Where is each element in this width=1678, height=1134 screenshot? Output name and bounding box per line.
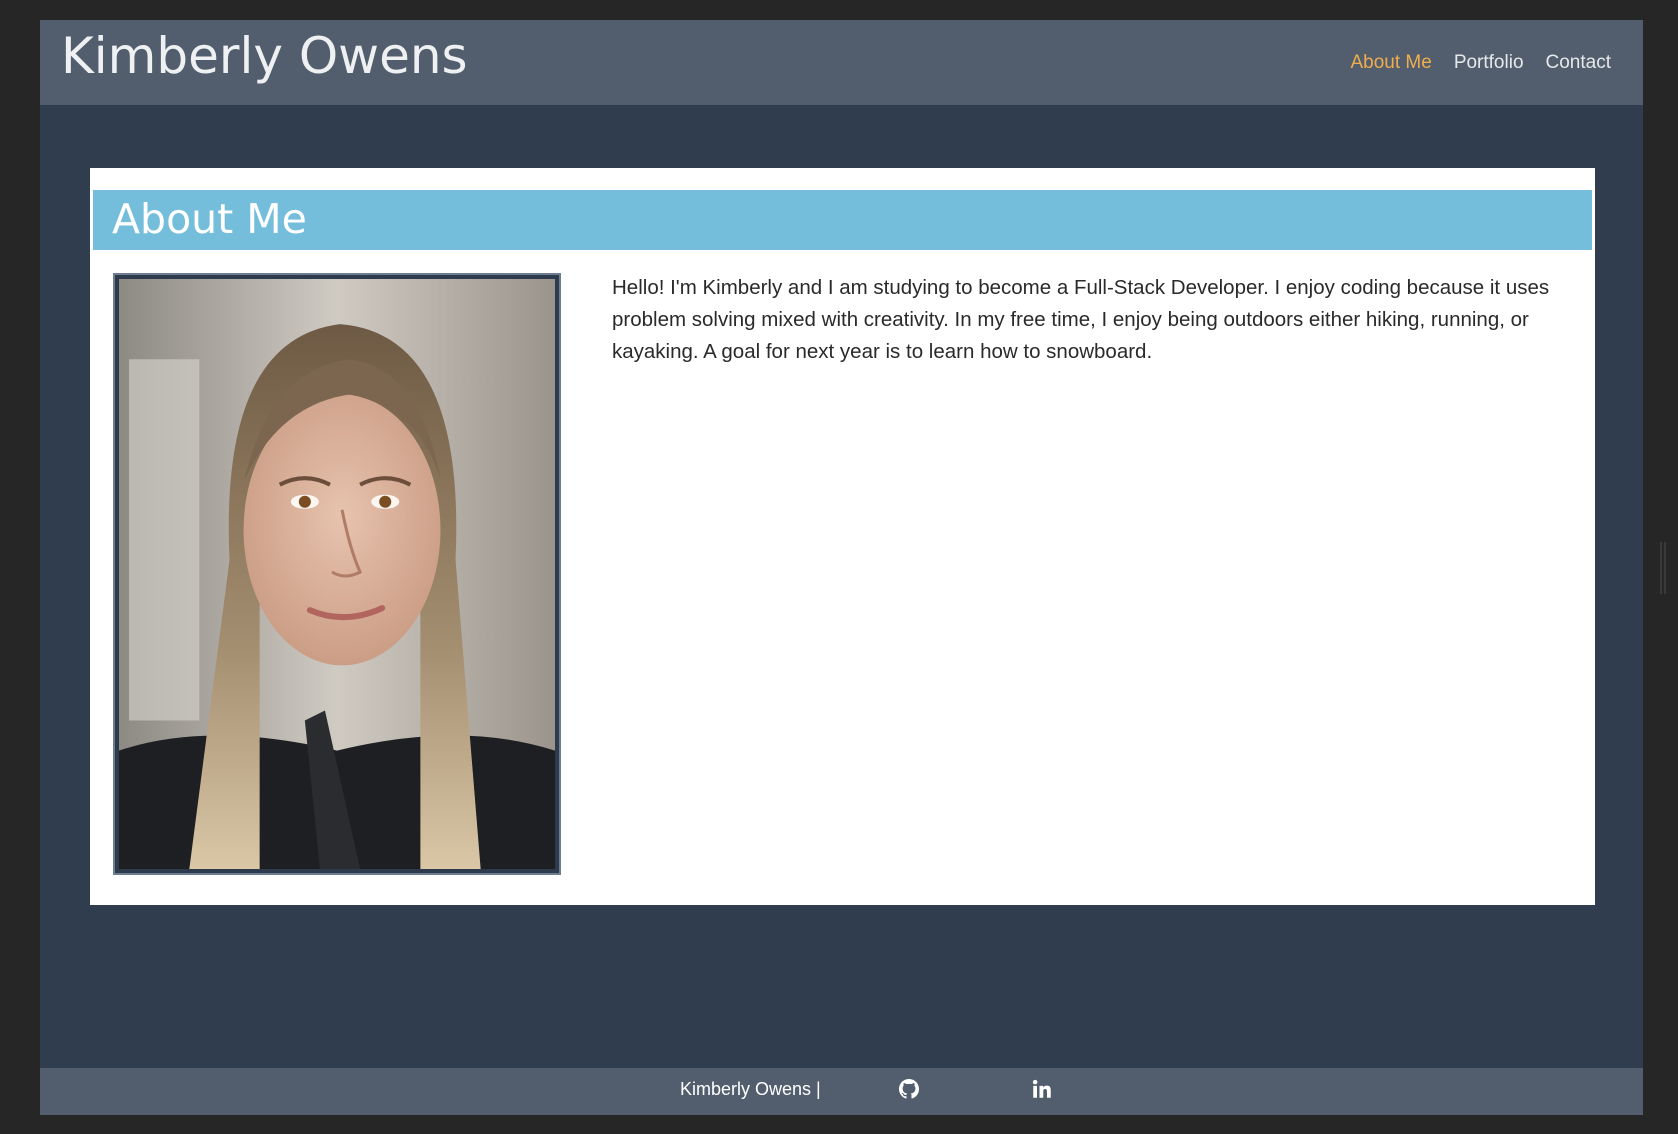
nav-contact[interactable]: Contact bbox=[1546, 52, 1611, 74]
profile-photo-frame bbox=[113, 273, 561, 875]
bio-text: Hello! I'm Kimberly and I am studying to… bbox=[612, 276, 1550, 363]
profile-photo bbox=[119, 279, 555, 869]
linkedin-icon[interactable] bbox=[1032, 1079, 1052, 1099]
about-header: About Me bbox=[93, 190, 1592, 250]
about-heading: About Me bbox=[112, 195, 307, 243]
site-footer: Kimberly Owens | bbox=[40, 1068, 1643, 1115]
site-header: Kimberly Owens About Me Portfolio Contac… bbox=[40, 20, 1643, 105]
nav-portfolio[interactable]: Portfolio bbox=[1454, 52, 1524, 74]
github-icon[interactable] bbox=[899, 1079, 919, 1099]
site-title: Kimberly Owens bbox=[61, 27, 468, 85]
about-card: About Me Hello! I'm Kimberly and I am st… bbox=[90, 168, 1595, 905]
nav-about-me[interactable]: About Me bbox=[1350, 52, 1431, 74]
footer-name: Kimberly Owens | bbox=[680, 1079, 821, 1099]
page: Kimberly Owens About Me Portfolio Contac… bbox=[40, 20, 1643, 1115]
window-resize-handle[interactable] bbox=[1660, 542, 1666, 594]
main-nav: About Me Portfolio Contact bbox=[1350, 52, 1611, 74]
